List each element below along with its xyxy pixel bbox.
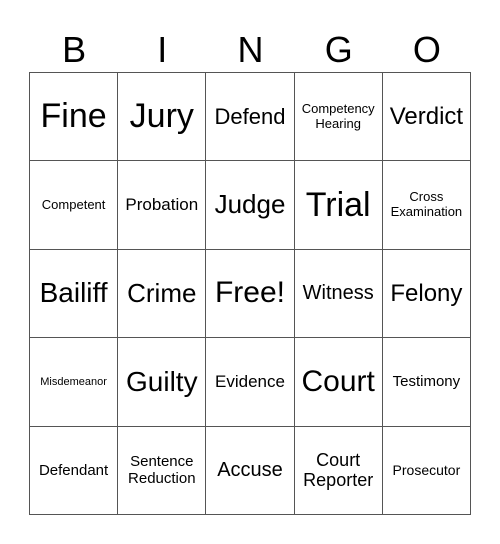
bingo-cell[interactable]: Felony: [382, 249, 471, 339]
bingo-cell[interactable]: Accuse: [206, 426, 295, 515]
bingo-cell[interactable]: Judge: [206, 161, 295, 250]
bingo-cell[interactable]: Witness: [294, 249, 383, 339]
bingo-cell[interactable]: Fine: [30, 73, 119, 162]
bingo-cell[interactable]: Defend: [206, 73, 295, 162]
bingo-cell[interactable]: Court Reporter: [294, 426, 383, 515]
header-letter-o: O: [412, 29, 441, 70]
bingo-cell[interactable]: Defendant: [30, 426, 119, 515]
bingo-cell[interactable]: Probation: [118, 161, 207, 250]
header-letter-g: G: [324, 29, 353, 70]
bingo-cell[interactable]: Guilty: [118, 338, 207, 427]
header-letter-n: N: [237, 29, 264, 70]
bingo-cell[interactable]: Verdict: [382, 73, 471, 162]
header-letter-i: I: [157, 29, 168, 70]
bingo-cell[interactable]: Bailiff: [30, 249, 119, 339]
header-letter-b: B: [62, 29, 87, 70]
bingo-header: B I N G O: [30, 28, 471, 72]
bingo-cell[interactable]: Trial: [294, 161, 383, 250]
bingo-cell[interactable]: Evidence: [206, 338, 295, 427]
bingo-cell[interactable]: Competent: [30, 161, 119, 250]
bingo-cell[interactable]: Testimony: [382, 338, 471, 427]
bingo-cell[interactable]: Crime: [118, 249, 207, 339]
bingo-cell[interactable]: Competency Hearing: [294, 73, 383, 162]
bingo-cell[interactable]: Misdemeanor: [30, 338, 119, 427]
bingo-cell[interactable]: Prosecutor: [382, 426, 471, 515]
bingo-cell[interactable]: Court: [294, 338, 383, 427]
bingo-cell[interactable]: Sentence Reduction: [118, 426, 207, 515]
free-space-cell[interactable]: Free!: [206, 249, 295, 339]
bingo-cell[interactable]: Cross Examination: [382, 161, 471, 250]
bingo-cell[interactable]: Jury: [118, 73, 207, 162]
bingo-grid: Fine Jury Defend Competency Hearing Verd…: [29, 72, 471, 515]
